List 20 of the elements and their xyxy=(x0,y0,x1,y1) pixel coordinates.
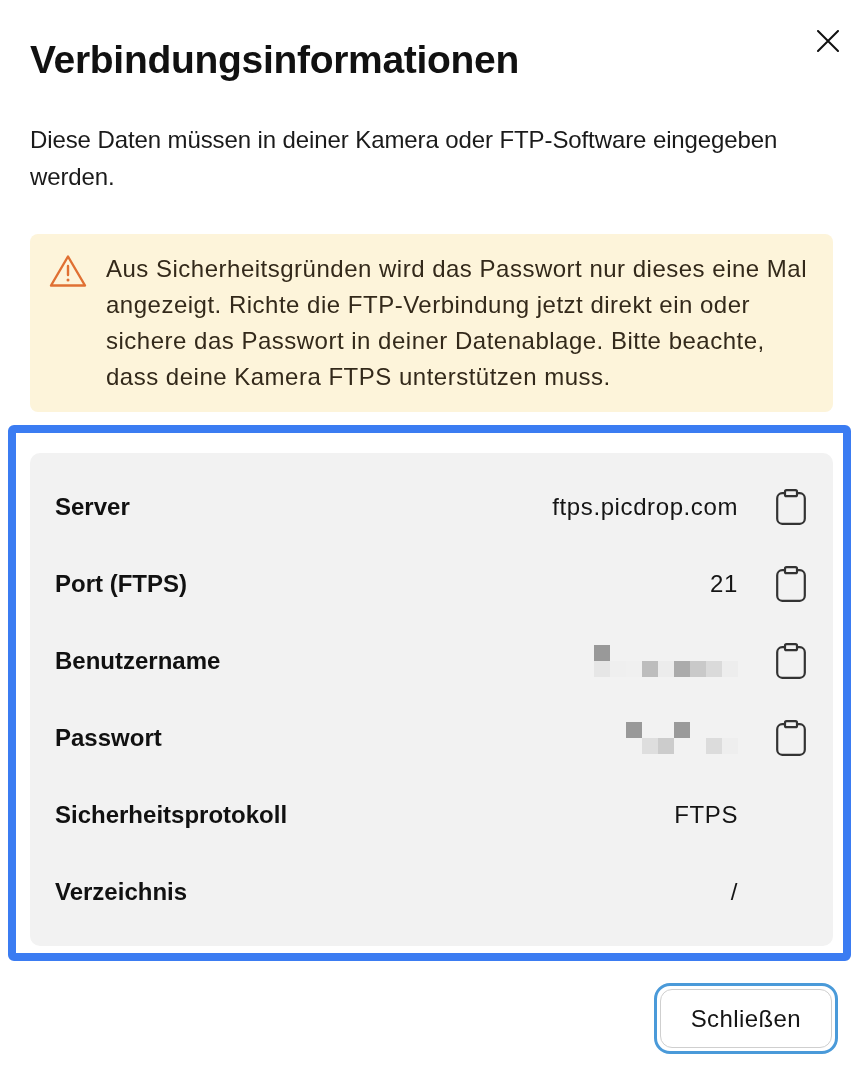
field-label: Sicherheitsprotokoll xyxy=(55,800,288,829)
field-value: FTPS xyxy=(674,800,738,829)
clipboard-icon[interactable] xyxy=(776,488,806,525)
field-label: Port (FTPS) xyxy=(55,569,187,598)
field-value: 21 xyxy=(710,569,738,598)
field-value: ftps.picdrop.com xyxy=(552,492,738,521)
field-label: Verzeichnis xyxy=(55,877,188,906)
field-value: / xyxy=(730,877,738,906)
description-text: Diese Daten müssen in deiner Kamera oder FTP-Software eingegeben werden. xyxy=(30,125,779,192)
close-button[interactable]: Schließen xyxy=(653,983,838,1054)
clipboard-icon[interactable] xyxy=(776,642,806,679)
warning-text: Aus Sicherheitsgründen wird das Passwort nur dieses eine Mal angezeigt. Richte die FTP-Verbindung jetzt direkt ein oder sichere das Passwort in deiner Datenablage. Bitte beachte, dass deine Kamera FTPS unterstützen muss. xyxy=(106,254,808,392)
close-icon[interactable] xyxy=(817,30,839,52)
warning-icon xyxy=(49,254,87,288)
clipboard-icon[interactable] xyxy=(776,719,806,756)
clipboard-icon[interactable] xyxy=(776,565,806,602)
dialog-title: Verbindungsinformationen xyxy=(30,37,519,83)
field-label: Passwort xyxy=(55,723,162,752)
field-label: Benutzername xyxy=(55,646,221,675)
field-label: Server xyxy=(55,492,130,521)
